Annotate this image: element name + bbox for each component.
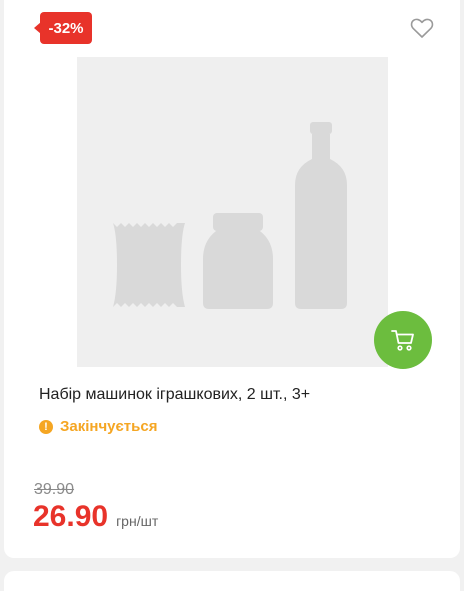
discount-badge: -32% xyxy=(34,12,92,44)
stock-status-label: Закінчується xyxy=(60,418,158,435)
product-name[interactable]: Набір машинок іграшкових, 2 шт., 3+ xyxy=(39,386,310,404)
jar-lid-shape xyxy=(213,213,263,231)
bottle-cap-shape xyxy=(310,122,332,134)
product-image-placeholder[interactable] xyxy=(77,57,388,367)
next-product-card[interactable] xyxy=(4,571,460,591)
current-price: 26.90 xyxy=(33,500,109,533)
jar-body-shape xyxy=(203,229,273,309)
stock-status: ! Закінчується xyxy=(39,418,157,435)
price-unit: грн/шт xyxy=(116,513,159,529)
bottle-body-shape xyxy=(295,134,347,309)
product-card[interactable]: -32% Набір машинок іграшкових, 2 шт., 3+… xyxy=(4,0,460,558)
warning-icon: ! xyxy=(39,419,53,434)
favorite-heart-icon[interactable] xyxy=(410,17,434,39)
add-to-cart-button[interactable] xyxy=(374,311,432,369)
snack-pack-shape xyxy=(113,223,185,307)
old-price: 39.90 xyxy=(34,481,75,498)
price-block: 26.90 грн/шт xyxy=(33,500,158,534)
shopping-cart-icon xyxy=(391,330,414,351)
